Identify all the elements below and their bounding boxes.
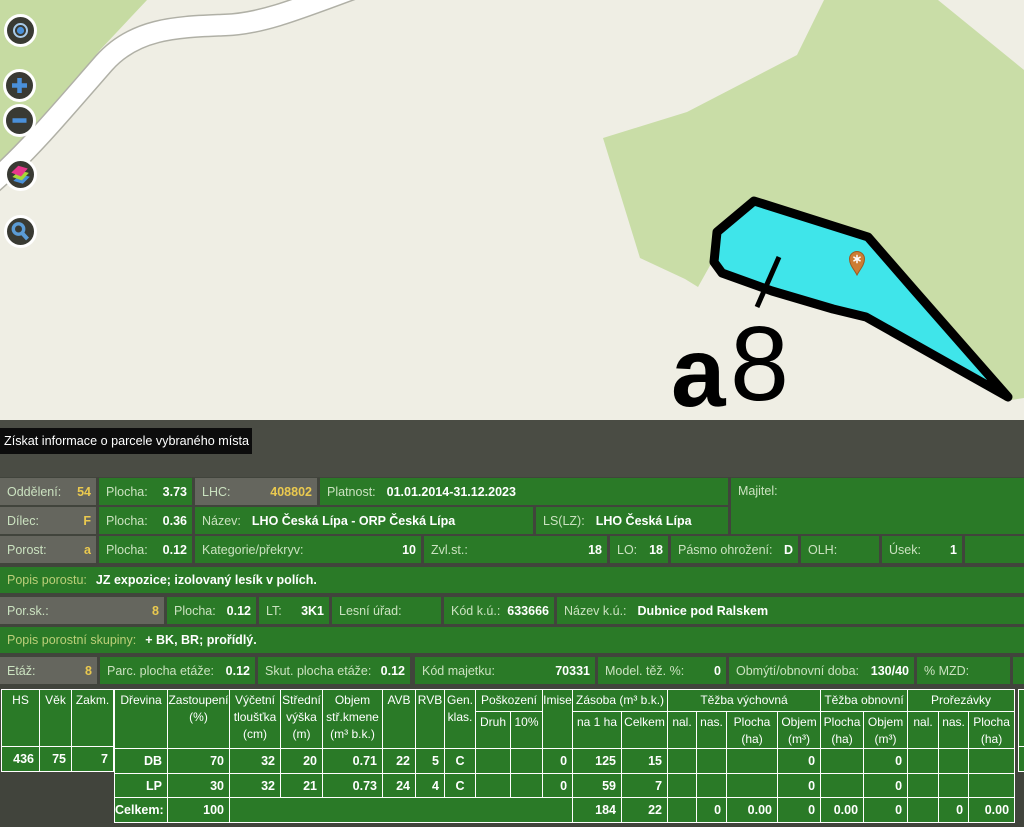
svg-text:a: a xyxy=(671,317,727,420)
svg-text:8: 8 xyxy=(730,305,789,420)
